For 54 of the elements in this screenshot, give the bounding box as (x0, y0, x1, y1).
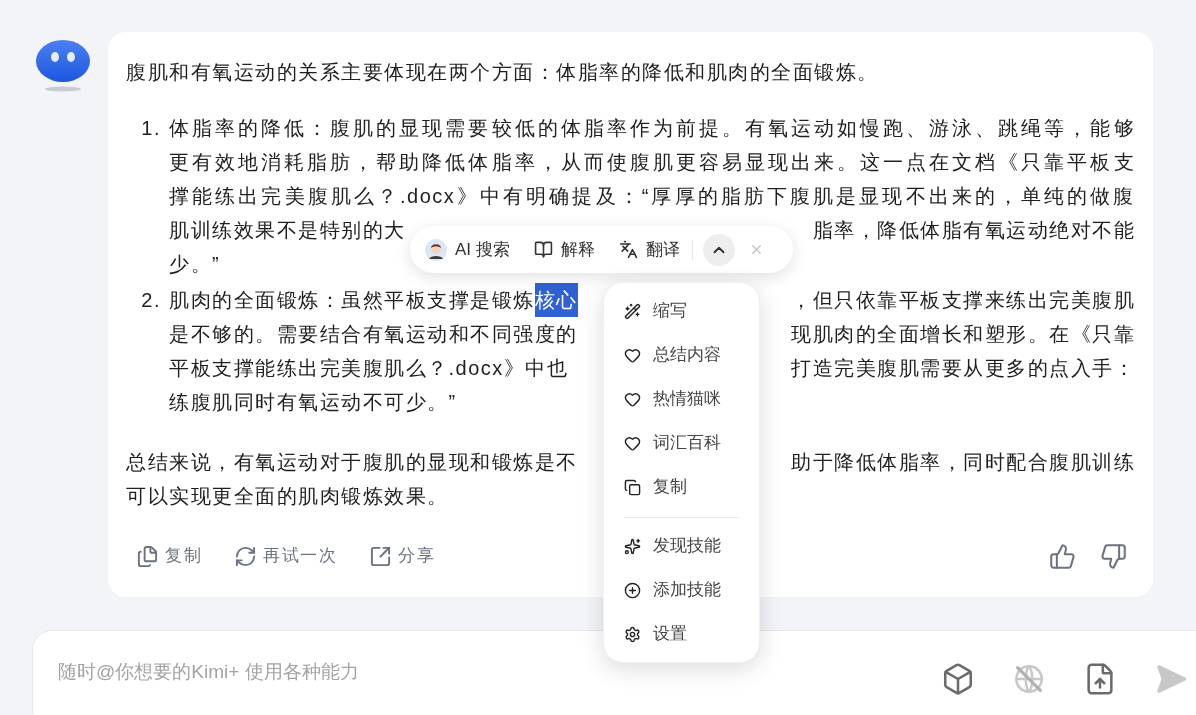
selected-text: 核心 (534, 283, 578, 317)
copy-icon (624, 478, 641, 496)
menu-item[interactable]: 发现技能 (624, 524, 739, 568)
text-line: 平板支撑能练出完美腹肌么？.docx》中也 (169, 356, 569, 381)
thumbs-up-icon[interactable] (1049, 542, 1076, 570)
text-line: ，但只依靠平板支撑来练出完美腹肌 (791, 288, 1135, 313)
action-button[interactable]: 再试一次 (224, 540, 337, 572)
copy-icon (136, 544, 159, 568)
text-line: 总结来说，有氧运动对于腹肌的显现和锻炼是不 (126, 450, 578, 475)
action-button[interactable]: 分享 (359, 540, 435, 572)
message-input-field[interactable]: 随时@你想要的Kimi+ 使用各种能力 (58, 658, 941, 687)
share-icon (369, 544, 392, 568)
menu-item[interactable]: 总结内容 (604, 333, 759, 377)
text-line: 肌训练效果不是特别的大 (169, 218, 406, 243)
text-line: 更有效地消耗脂肪，帮助降低体脂率，从而使腹肌更容易显现出来。这一点在文档《只靠平板支 (169, 150, 1135, 175)
list-number: 2. (140, 288, 162, 313)
plus-circle-icon (624, 581, 641, 599)
cube-icon[interactable] (941, 662, 975, 696)
heart-icon (624, 390, 641, 408)
text-line: 肌肉的全面锻炼：虽然平板支撑是锻炼 (169, 288, 535, 313)
text-line: 现肌肉的全面增长和塑形。在《只靠 (791, 322, 1135, 347)
avatar-icon (425, 238, 447, 261)
text-line: 腹肌和有氧运动的关系主要体现在两个方面：体脂率的降低和肌肉的全面锻炼。 (126, 60, 880, 85)
text-line: 撑能练出完美腹肌么？.docx》中有明确提及：“厚厚的脂肪下腹肌是显现不出来的，单纯的做腹 (169, 184, 1135, 209)
menu-item[interactable]: 设置 (624, 612, 739, 656)
text-line: 体脂率的降低：腹肌的显现需要较低的体脂率作为前提。有氧运动如慢跑、游泳、跳绳等，能够 (169, 116, 1135, 141)
menu-item[interactable]: 复制 (604, 465, 759, 509)
settings-icon (624, 625, 641, 643)
heart-icon (624, 346, 641, 364)
toolbar-button[interactable]: 解释 (533, 236, 595, 263)
toolbar-button[interactable]: AI 搜索 (425, 236, 510, 263)
book-icon (533, 240, 553, 259)
text-line: 少。” (169, 252, 221, 277)
text-line: 练腹肌同时有氧运动不可少。” (169, 390, 457, 415)
text-line: 脂率，降低体脂有氧运动绝对不能 (812, 218, 1135, 243)
assistant-logo (35, 38, 91, 94)
refresh-icon (234, 544, 257, 568)
toolbar-button[interactable]: 翻译 (618, 236, 680, 263)
heart-icon (624, 434, 641, 452)
text-line: 是不够的。需要结合有氧运动和不同强度的 (169, 322, 578, 347)
text-line: 打造完美腹肌需要从更多的点入手： (791, 356, 1135, 381)
action-button[interactable]: 复制 (126, 540, 202, 572)
text-line: 可以实现更全面的肌肉锻炼效果。 (126, 484, 449, 509)
collapse-button[interactable] (702, 233, 735, 266)
translate-icon (618, 240, 638, 259)
menu-item[interactable]: 热情猫咪 (604, 377, 759, 421)
menu-item[interactable]: 缩写 (604, 289, 759, 333)
thumbs-down-icon[interactable] (1100, 542, 1127, 570)
sparkle-icon (624, 537, 641, 555)
menu-item[interactable]: 词汇百科 (604, 421, 759, 465)
list-number: 1. (140, 116, 162, 141)
magic-wand-icon (624, 302, 641, 320)
menu-item[interactable]: 添加技能 (624, 568, 739, 612)
text-line: 助于降低体脂率，同时配合腹肌训练 (791, 450, 1135, 475)
